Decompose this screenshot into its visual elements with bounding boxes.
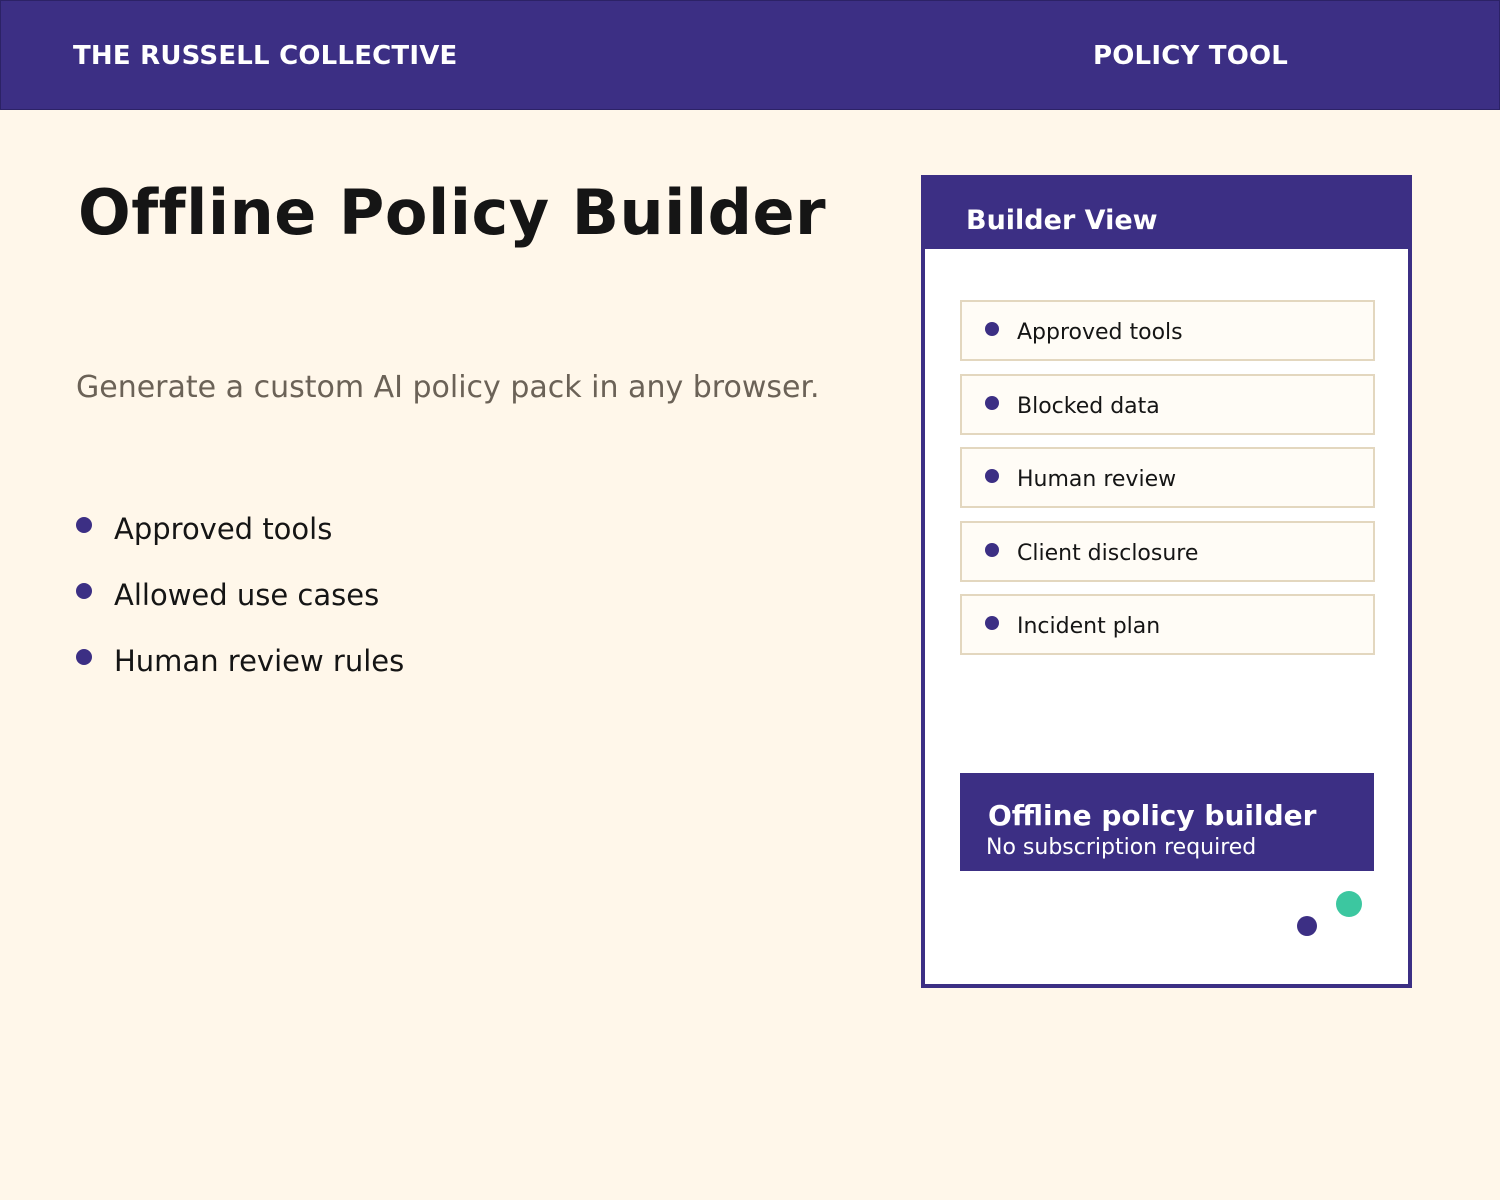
callout-banner: Offline policy builder No subscription r…	[960, 773, 1374, 871]
brand-name: THE RUSSELL COLLECTIVE	[73, 41, 458, 71]
bullet-icon	[76, 517, 92, 533]
bullet-icon	[985, 543, 999, 557]
page-title: Offline Policy Builder	[78, 176, 827, 249]
decorative-dot-icon	[1297, 916, 1317, 936]
builder-item-client-disclosure[interactable]: Client disclosure	[960, 521, 1375, 582]
builder-item-label: Human review	[1017, 467, 1177, 492]
bullet-icon	[985, 469, 999, 483]
tool-name: POLICY TOOL	[1093, 41, 1289, 71]
bullet-icon	[76, 583, 92, 599]
builder-item-incident-plan[interactable]: Incident plan	[960, 594, 1375, 655]
panel-header: Builder View	[925, 179, 1408, 249]
decorative-dot-icon	[1336, 891, 1362, 917]
bullet-icon	[76, 649, 92, 665]
feature-label: Approved tools	[114, 512, 333, 546]
bullet-icon	[985, 616, 999, 630]
feature-item: Human review rules	[76, 640, 404, 706]
builder-item-approved-tools[interactable]: Approved tools	[960, 300, 1375, 361]
feature-list: Approved tools Allowed use cases Human r…	[76, 508, 404, 706]
callout-subtitle: No subscription required	[986, 835, 1257, 860]
feature-item: Allowed use cases	[76, 574, 404, 640]
feature-label: Allowed use cases	[114, 578, 380, 612]
page-subtitle: Generate a custom AI policy pack in any …	[76, 370, 820, 405]
panel-title: Builder View	[966, 205, 1158, 236]
bullet-icon	[985, 396, 999, 410]
builder-panel: Builder View Approved tools Blocked data…	[921, 175, 1412, 988]
callout-title: Offline policy builder	[988, 799, 1317, 832]
builder-item-label: Blocked data	[1017, 394, 1160, 419]
builder-item-blocked-data[interactable]: Blocked data	[960, 374, 1375, 435]
builder-item-human-review[interactable]: Human review	[960, 447, 1375, 508]
bullet-icon	[985, 322, 999, 336]
feature-label: Human review rules	[114, 644, 405, 678]
top-bar: THE RUSSELL COLLECTIVE POLICY TOOL	[0, 0, 1500, 110]
builder-item-label: Incident plan	[1017, 614, 1161, 639]
builder-item-label: Approved tools	[1017, 320, 1183, 345]
feature-item: Approved tools	[76, 508, 404, 574]
builder-item-label: Client disclosure	[1017, 541, 1199, 566]
